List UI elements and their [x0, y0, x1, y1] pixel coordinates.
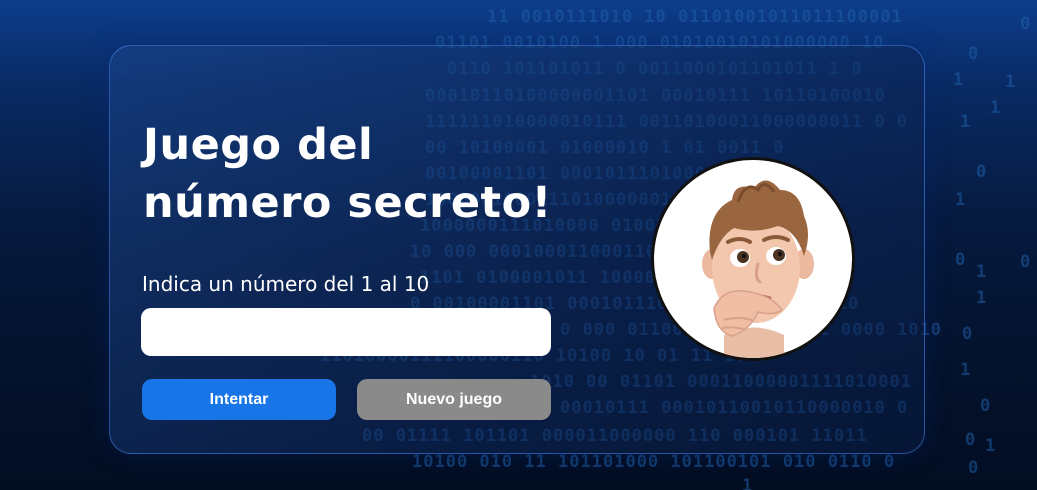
binary-line: 11 0010111010 10 01101001011011100001 — [487, 7, 903, 27]
binary-digit: 1 — [960, 112, 972, 132]
title-line-2: número secreto! — [143, 178, 552, 228]
binary-digit: 0 — [968, 44, 980, 64]
try-button[interactable]: Intentar — [142, 379, 336, 420]
avatar — [651, 157, 855, 361]
title-line-1: Juego del — [143, 120, 374, 170]
binary-digit: 1 — [985, 436, 997, 456]
binary-digit: 0 — [1020, 252, 1032, 272]
binary-digit: 1 — [990, 98, 1002, 118]
binary-line: 10100 010 11 101101000 101100101 010 011… — [412, 452, 896, 472]
thinking-boy-icon — [702, 180, 814, 358]
binary-digit: 1 — [1005, 72, 1017, 92]
binary-digit: 0 — [962, 324, 974, 344]
binary-digit: 1 — [953, 70, 965, 90]
binary-digit: 1 — [976, 288, 988, 308]
guess-number-input[interactable] — [141, 308, 551, 356]
binary-digit: 1 — [976, 262, 988, 282]
binary-digit: 0 — [968, 458, 980, 478]
binary-digit: 1 — [742, 476, 754, 490]
binary-digit: 0 — [955, 250, 967, 270]
new-game-button[interactable]: Nuevo juego — [357, 379, 551, 420]
number-prompt-label: Indica un número del 1 al 10 — [142, 272, 430, 296]
binary-digit: 0 — [1020, 14, 1032, 34]
binary-digit: 0 — [976, 162, 988, 182]
page-title: Juego del número secreto! — [143, 116, 623, 232]
binary-digit: 0 — [965, 430, 977, 450]
binary-digit: 1 — [955, 190, 967, 210]
binary-digit: 0 — [980, 396, 992, 416]
binary-digit: 1 — [960, 360, 972, 380]
